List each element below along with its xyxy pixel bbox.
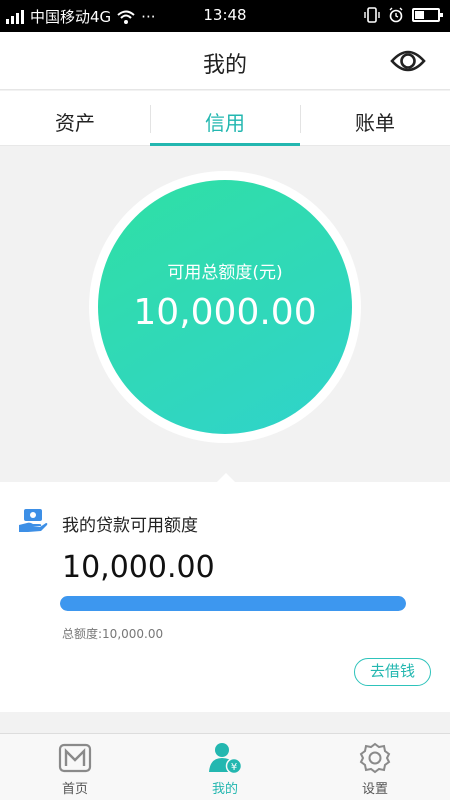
tab-assets[interactable]: 资产 <box>0 91 150 145</box>
page-title: 我的 <box>202 53 247 78</box>
nav-item-profile[interactable]: ¥ 我的 <box>150 734 300 800</box>
loan-progress-bar <box>60 596 406 611</box>
tab-divider <box>150 105 151 133</box>
tab-bar: 资产 信用 账单 <box>0 91 450 146</box>
credit-circle: 可用总额度(元) 10,000.00 <box>98 180 352 434</box>
status-bar: 中国移动4G ··· 13:48 <box>0 0 450 32</box>
nav-label-home: 首页 <box>61 782 88 797</box>
status-right <box>364 7 443 23</box>
loan-total: 总额度:10,000.00 <box>62 627 164 641</box>
tab-bills[interactable]: 账单 <box>300 91 450 145</box>
loan-hand-icon <box>19 509 48 532</box>
svg-text:¥: ¥ <box>231 762 237 773</box>
nav-item-settings[interactable]: 设置 <box>300 734 450 800</box>
profile-yuan-icon: ¥ <box>209 743 243 774</box>
credit-label: 可用总额度(元) <box>167 263 283 283</box>
bottom-nav: 首页 ¥ 我的 设置 <box>0 733 450 800</box>
home-m-icon <box>58 743 92 773</box>
battery-icon <box>412 8 443 22</box>
loan-card: 我的贷款可用额度 10,000.00 总额度:10,000.00 去借钱 <box>0 473 450 712</box>
nav-label-settings: 设置 <box>361 782 388 797</box>
card-pointer <box>216 473 236 483</box>
loan-progress-fill <box>60 596 406 611</box>
nav-item-home[interactable]: 首页 <box>0 734 150 800</box>
credit-summary: 可用总额度(元) 10,000.00 <box>0 146 450 482</box>
gear-icon <box>359 742 391 774</box>
loan-amount: 10,000.00 <box>62 550 215 585</box>
tab-divider <box>300 105 301 133</box>
vibrate-icon <box>364 7 380 23</box>
app-header: 我的 <box>0 32 450 90</box>
alarm-icon <box>389 7 403 23</box>
loan-title: 我的贷款可用额度 <box>62 516 198 536</box>
credit-amount: 10,000.00 <box>133 292 317 333</box>
tab-credit[interactable]: 信用 <box>150 91 300 146</box>
eye-icon[interactable] <box>390 46 426 76</box>
nav-label-profile: 我的 <box>211 782 238 797</box>
borrow-button[interactable]: 去借钱 <box>354 658 431 686</box>
